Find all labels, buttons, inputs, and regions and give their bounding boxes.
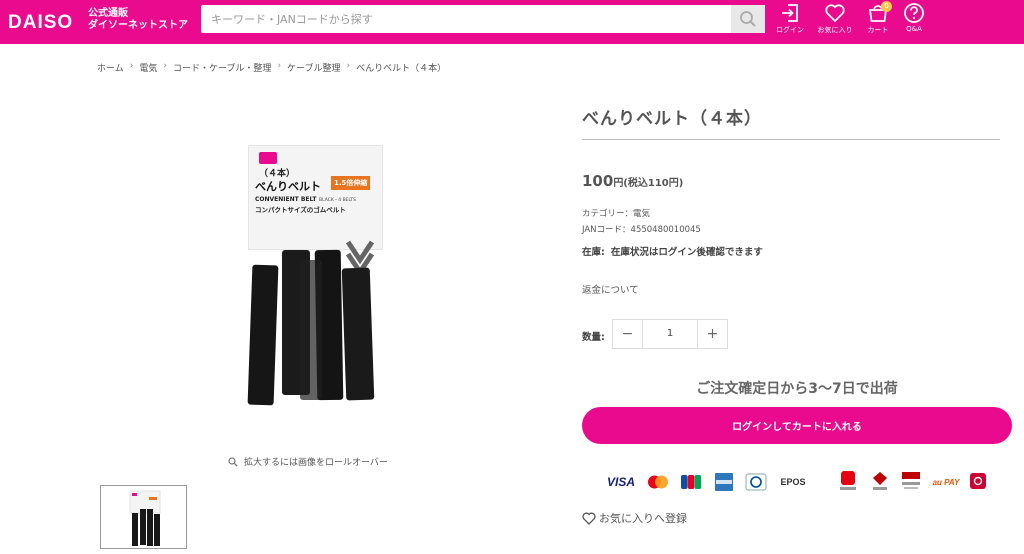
stock-status: 在庫: 在庫状況はログイン後確認できます [582,244,763,258]
shipping-note: ご注文確定日から3〜7日で出荷 [696,381,898,397]
refund-link[interactable]: 返金について [582,282,639,296]
product-thumbnail[interactable] [100,485,187,549]
logo-subtitle-line2: ダイソーネットストア [88,20,188,31]
product-jan-code: JANコード：4550480010045 [582,225,701,235]
question-icon [904,3,924,23]
login-link[interactable]: ログイン [770,2,810,42]
logo-subtitle[interactable]: 公式通販 ダイソーネットストア [88,8,188,32]
magnifier-icon [228,456,238,466]
visa-logo-icon: VISA [606,475,635,489]
cart-label: カート [867,26,889,34]
daiso-mini-logo-icon [259,152,277,164]
package-name: べんりベルト [255,180,321,193]
breadcrumb-current: べんりベルト（４本） [356,64,447,74]
heart-icon [825,4,845,23]
price-unit: 円(税込110円) [613,178,684,189]
r-pay-logo-icon [902,472,920,489]
quantity-decrease-button[interactable]: − [613,320,642,348]
quantity-stepper: − 1 + [612,319,728,349]
chevron-right-icon: › [346,61,351,71]
search-icon [740,11,756,27]
package-badge: 1.5倍伸縮 [331,176,371,190]
zoom-hint: 拡大するには画像をロールオーバー [228,455,388,468]
heart-outline-icon [582,512,596,525]
stock-label: 在庫: [582,247,605,258]
rakuten-pay-logo-icon [873,472,887,490]
payment-methods: VISA EPOS au PAY [600,470,1000,496]
diners-club-logo-icon [745,473,767,491]
chevron-right-icon: › [277,61,282,71]
breadcrumb: ホーム › 電気 › コード・ケーブル・整理 › ケーブル整理 › べんりベルト… [97,61,446,74]
product-price: 100円(税込110円) [582,171,683,190]
paypay-logo-icon [840,471,856,490]
site-header: DAISO 公式通販 ダイソーネットストア ログイン お気に入り 0 カー [0,0,1024,44]
au-pay-logo-icon: au PAY [932,477,960,487]
favorites-label: お気に入り [817,26,853,34]
login-icon [782,4,798,22]
black-belts-illustration [247,240,375,406]
logo-subtitle-line1: 公式通販 [88,8,128,19]
quantity-input[interactable]: 1 [642,320,698,348]
breadcrumb-home[interactable]: ホーム [97,61,124,74]
search-input[interactable] [201,5,731,33]
quantity-label: 数量: [582,332,605,343]
product-title: べんりベルト（４本） [582,109,762,129]
breadcrumb-cable[interactable]: コード・ケーブル・整理 [173,61,271,74]
price-number: 100 [582,172,614,190]
product-category: カテゴリー：電気 [582,209,651,219]
mastercard-logo-icon [648,475,668,489]
chevron-right-icon: › [163,61,167,71]
daiso-logo[interactable]: DAISO [8,12,73,34]
cart-count-badge: 0 [881,1,892,12]
search-box [201,5,765,33]
thumbnail-image [129,490,161,546]
package-caption: コンパクトサイズのゴムベルト [255,206,346,214]
package-english: CONVENIENT BELT [255,196,317,203]
login-label: ログイン [776,26,804,34]
quantity-increase-button[interactable]: + [698,320,727,348]
amex-logo-icon [715,473,733,491]
jcb-logo-icon [681,475,702,489]
d-barai-logo-icon [970,473,986,489]
epos-logo-icon: EPOS [780,477,806,487]
package-english-sub: BLACK・4 BELTS [319,198,357,203]
qa-link[interactable]: Q&A [894,2,934,42]
add-to-favorites-link[interactable]: お気に入りへ登録 [582,510,687,526]
breadcrumb-electric[interactable]: 電気 [139,61,157,74]
login-add-to-cart-button[interactable]: ログインしてカートに入れる [582,407,1012,444]
add-to-favorites-label: お気に入りへ登録 [599,512,687,525]
stock-value: 在庫状況はログイン後確認できます [610,247,763,258]
favorites-link[interactable]: お気に入り [815,2,855,42]
breadcrumb-cable-organize[interactable]: ケーブル整理 [287,61,340,74]
qa-label: Q&A [906,25,922,33]
cart-link[interactable]: 0 カート [858,1,898,42]
title-divider [582,139,1000,140]
search-button[interactable] [731,5,765,33]
chevron-right-icon: › [129,61,134,71]
zoom-hint-text: 拡大するには画像をロールオーバー [244,458,388,468]
